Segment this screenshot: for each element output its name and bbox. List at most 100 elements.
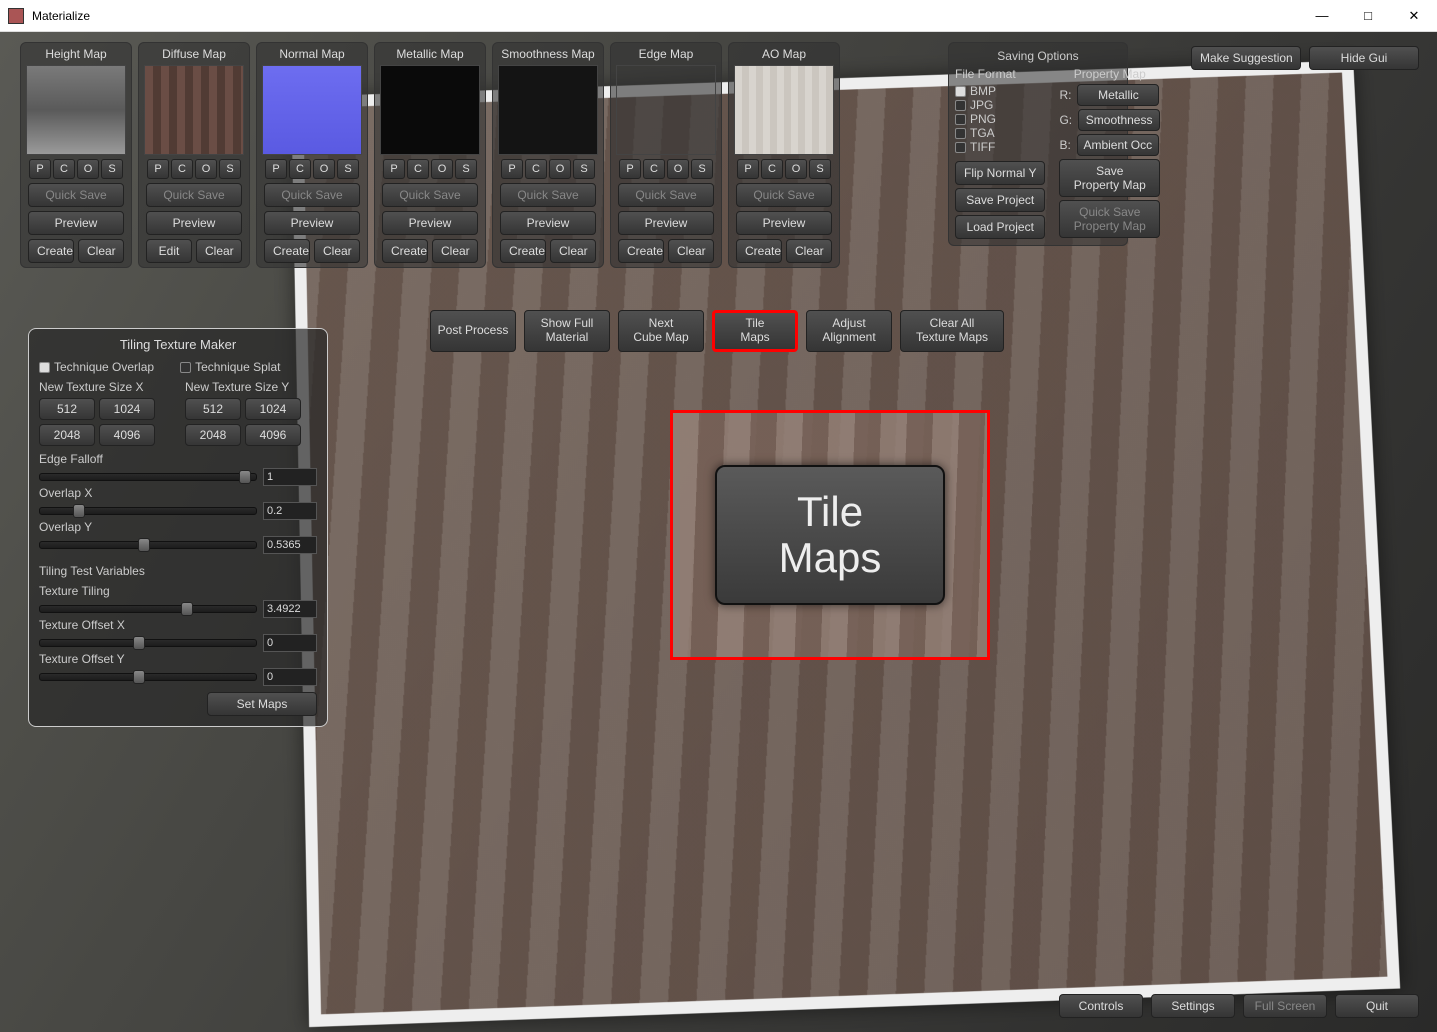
paste-button[interactable]: P	[29, 159, 51, 179]
technique-overlap-radio[interactable]: Technique Overlap	[39, 360, 154, 374]
slider-value-input[interactable]	[263, 536, 317, 554]
copy-button[interactable]: C	[525, 159, 547, 179]
clear-button[interactable]: Clear	[196, 239, 242, 263]
quick-save-button[interactable]: Quick Save	[736, 183, 832, 207]
controls-button[interactable]: Controls	[1059, 994, 1143, 1018]
quick-save-button[interactable]: Quick Save	[28, 183, 124, 207]
size-y-4096[interactable]: 4096	[245, 424, 301, 446]
save-button[interactable]: S	[573, 159, 595, 179]
next-cube-map-button[interactable]: Next Cube Map	[618, 310, 704, 352]
clear-button[interactable]: Clear	[78, 239, 124, 263]
create-button[interactable]: Create	[736, 239, 782, 263]
channel-g-button[interactable]: Smoothness	[1078, 109, 1160, 131]
quick-save-button[interactable]: Quick Save	[264, 183, 360, 207]
paste-button[interactable]: P	[265, 159, 287, 179]
open-button[interactable]: O	[313, 159, 335, 179]
save-button[interactable]: S	[337, 159, 359, 179]
create-button[interactable]: Create	[382, 239, 428, 263]
texture-thumbnail[interactable]	[262, 65, 362, 155]
slider-track[interactable]	[39, 673, 257, 681]
tile-maps-callout-button[interactable]: Tile Maps	[715, 465, 945, 605]
texture-thumbnail[interactable]	[734, 65, 834, 155]
quit-button[interactable]: Quit	[1335, 994, 1419, 1018]
quick-save-button[interactable]: Quick Save	[500, 183, 596, 207]
slider-value-input[interactable]	[263, 634, 317, 652]
slider-track[interactable]	[39, 639, 257, 647]
slider-value-input[interactable]	[263, 502, 317, 520]
texture-thumbnail[interactable]	[144, 65, 244, 155]
set-maps-button[interactable]: Set Maps	[207, 692, 317, 716]
show-full-material-button[interactable]: Show Full Material	[524, 310, 610, 352]
open-button[interactable]: O	[549, 159, 571, 179]
slider-track[interactable]	[39, 473, 257, 481]
tile-maps-button[interactable]: Tile Maps	[712, 310, 798, 352]
paste-button[interactable]: P	[501, 159, 523, 179]
open-button[interactable]: O	[667, 159, 689, 179]
slider-thumb[interactable]	[133, 670, 145, 684]
copy-button[interactable]: C	[407, 159, 429, 179]
clear-button[interactable]: Clear	[432, 239, 478, 263]
edit-button[interactable]: Edit	[146, 239, 192, 263]
texture-thumbnail[interactable]	[616, 65, 716, 155]
quick-save-button[interactable]: Quick Save	[618, 183, 714, 207]
quick-save-button[interactable]: Quick Save	[382, 183, 478, 207]
clear-all-maps-button[interactable]: Clear All Texture Maps	[900, 310, 1004, 352]
adjust-alignment-button[interactable]: Adjust Alignment	[806, 310, 892, 352]
file-format-jpg[interactable]: JPG	[955, 98, 1045, 112]
post-process-button[interactable]: Post Process	[430, 310, 516, 352]
preview-button[interactable]: Preview	[146, 211, 242, 235]
preview-button[interactable]: Preview	[264, 211, 360, 235]
open-button[interactable]: O	[431, 159, 453, 179]
make-suggestion-button[interactable]: Make Suggestion	[1191, 46, 1301, 70]
slider-thumb[interactable]	[181, 602, 193, 616]
file-format-bmp[interactable]: BMP	[955, 84, 1045, 98]
copy-button[interactable]: C	[171, 159, 193, 179]
copy-button[interactable]: C	[289, 159, 311, 179]
save-button[interactable]: S	[691, 159, 713, 179]
paste-button[interactable]: P	[147, 159, 169, 179]
save-button[interactable]: S	[219, 159, 241, 179]
clear-button[interactable]: Clear	[786, 239, 832, 263]
texture-thumbnail[interactable]	[498, 65, 598, 155]
save-property-map-button[interactable]: Save Property Map	[1059, 159, 1160, 197]
full-screen-button[interactable]: Full Screen	[1243, 994, 1327, 1018]
preview-button[interactable]: Preview	[382, 211, 478, 235]
flip-normal-y-button[interactable]: Flip Normal Y	[955, 161, 1045, 185]
paste-button[interactable]: P	[737, 159, 759, 179]
quick-save-button[interactable]: Quick Save	[146, 183, 242, 207]
size-y-2048[interactable]: 2048	[185, 424, 241, 446]
preview-button[interactable]: Preview	[500, 211, 596, 235]
file-format-tiff[interactable]: TIFF	[955, 140, 1045, 154]
size-y-1024[interactable]: 1024	[245, 398, 301, 420]
create-button[interactable]: Create	[264, 239, 310, 263]
size-x-4096[interactable]: 4096	[99, 424, 155, 446]
open-button[interactable]: O	[195, 159, 217, 179]
size-x-512[interactable]: 512	[39, 398, 95, 420]
create-button[interactable]: Create	[28, 239, 74, 263]
preview-button[interactable]: Preview	[736, 211, 832, 235]
copy-button[interactable]: C	[761, 159, 783, 179]
settings-button[interactable]: Settings	[1151, 994, 1235, 1018]
load-project-button[interactable]: Load Project	[955, 215, 1045, 239]
hide-gui-button[interactable]: Hide Gui	[1309, 46, 1419, 70]
clear-button[interactable]: Clear	[668, 239, 714, 263]
slider-thumb[interactable]	[138, 538, 150, 552]
save-button[interactable]: S	[809, 159, 831, 179]
file-format-png[interactable]: PNG	[955, 112, 1045, 126]
slider-track[interactable]	[39, 605, 257, 613]
slider-thumb[interactable]	[239, 470, 251, 484]
create-button[interactable]: Create	[618, 239, 664, 263]
technique-splat-radio[interactable]: Technique Splat	[180, 360, 280, 374]
preview-button[interactable]: Preview	[28, 211, 124, 235]
texture-thumbnail[interactable]	[380, 65, 480, 155]
open-button[interactable]: O	[77, 159, 99, 179]
open-button[interactable]: O	[785, 159, 807, 179]
paste-button[interactable]: P	[383, 159, 405, 179]
slider-value-input[interactable]	[263, 600, 317, 618]
close-button[interactable]: ✕	[1391, 0, 1437, 32]
slider-track[interactable]	[39, 507, 257, 515]
quick-save-property-map-button[interactable]: Quick Save Property Map	[1059, 200, 1160, 238]
copy-button[interactable]: C	[643, 159, 665, 179]
file-format-tga[interactable]: TGA	[955, 126, 1045, 140]
size-x-1024[interactable]: 1024	[99, 398, 155, 420]
